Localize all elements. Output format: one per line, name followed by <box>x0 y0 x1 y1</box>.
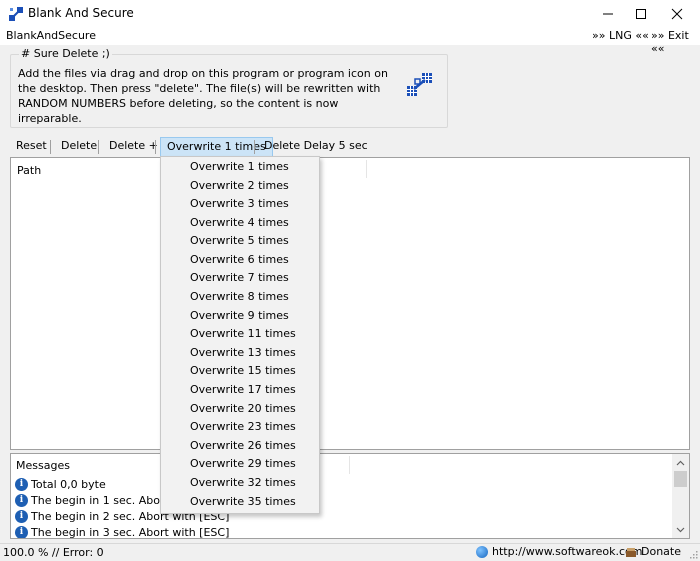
status-text: 100.0 % // Error: 0 <box>3 546 104 559</box>
menu-item-overwrite[interactable]: Overwrite 1 times <box>161 158 319 176</box>
menu-item-overwrite[interactable]: Overwrite 26 times <box>161 437 319 455</box>
chevron-down-icon <box>676 527 685 532</box>
toolbar-separator <box>254 140 255 154</box>
menu-item-overwrite[interactable]: Overwrite 15 times <box>161 362 319 380</box>
exit-menu[interactable]: »» Exit «« <box>651 29 700 55</box>
language-menu[interactable]: »» LNG «« <box>592 29 649 42</box>
info-icon: i <box>15 525 28 538</box>
toolbar-separator <box>50 140 51 154</box>
donate-link-text[interactable]: Donate <box>641 545 681 558</box>
menu-item-overwrite[interactable]: Overwrite 13 times <box>161 344 319 362</box>
maximize-icon <box>636 8 646 19</box>
info-icon: i <box>15 493 28 507</box>
message-text: The begin in 3 sec. Abort with [ESC] <box>31 525 230 539</box>
menu-item-overwrite[interactable]: Overwrite 3 times <box>161 195 319 213</box>
menu-item-overwrite[interactable]: Overwrite 5 times <box>161 232 319 250</box>
scroll-up-button[interactable] <box>672 454 689 471</box>
menu-item-overwrite[interactable]: Overwrite 2 times <box>161 177 319 195</box>
menu-item-overwrite[interactable]: Overwrite 6 times <box>161 251 319 269</box>
menu-item-overwrite[interactable]: Overwrite 32 times <box>161 474 319 492</box>
menu-item-overwrite[interactable]: Overwrite 17 times <box>161 381 319 399</box>
donate-link[interactable]: Donate <box>625 545 681 558</box>
info-icon: i <box>15 477 28 491</box>
menu-item-overwrite[interactable]: Overwrite 4 times <box>161 214 319 232</box>
menu-item-overwrite[interactable]: Overwrite 7 times <box>161 269 319 287</box>
minimize-icon <box>603 13 613 14</box>
overwrite-count-dropdown[interactable]: Overwrite 1 times <box>160 137 273 157</box>
status-bar: 100.0 % // Error: 0 http://www.softwareo… <box>0 543 700 561</box>
website-link-text[interactable]: http://www.softwareok.com <box>492 545 643 558</box>
menu-item-overwrite[interactable]: Overwrite 11 times <box>161 325 319 343</box>
resize-grip-icon[interactable] <box>688 549 698 559</box>
delete-delay-button[interactable]: Delete Delay 5 sec <box>264 137 368 157</box>
sure-delete-group: # Sure Delete ;) Add the files via drag … <box>10 47 448 128</box>
toolbar-separator <box>155 140 156 154</box>
delete-button[interactable]: Delete <box>61 137 97 157</box>
messages-column-header[interactable]: Messages <box>16 459 70 472</box>
list-item[interactable]: i The begin in 3 sec. Abort with [ESC] <box>15 524 230 539</box>
group-description: Add the files via drag and drop on this … <box>18 67 388 125</box>
toolbar: Reset Delete Delete + Overwrite 1 times … <box>10 137 690 157</box>
app-name-label: BlankAndSecure <box>6 29 96 42</box>
info-icon: i <box>15 509 28 523</box>
close-icon <box>671 8 683 19</box>
messages-list[interactable]: Messages i Total 0,0 byte i The begin in… <box>10 453 690 539</box>
app-icon <box>9 7 23 21</box>
overwrite-count-menu: Overwrite 1 times Overwrite 2 times Over… <box>160 156 320 514</box>
menu-item-overwrite[interactable]: Overwrite 9 times <box>161 307 319 325</box>
column-divider[interactable] <box>349 456 350 474</box>
menu-item-overwrite[interactable]: Overwrite 35 times <box>161 493 319 511</box>
globe-icon <box>476 545 488 558</box>
menu-bar: BlankAndSecure »» LNG «« »» Exit «« <box>0 27 700 55</box>
menu-item-overwrite[interactable]: Overwrite 8 times <box>161 288 319 306</box>
delete-plus-button[interactable]: Delete + <box>109 137 158 157</box>
website-link[interactable]: http://www.softwareok.com <box>476 545 643 558</box>
window-title: Blank And Secure <box>28 6 134 20</box>
program-logo-icon <box>407 73 432 96</box>
close-button[interactable] <box>654 0 700 27</box>
donate-icon <box>626 547 636 557</box>
menu-item-overwrite[interactable]: Overwrite 20 times <box>161 400 319 418</box>
title-bar: Blank And Secure <box>0 0 700 27</box>
message-text: Total 0,0 byte <box>31 477 106 491</box>
toolbar-separator <box>98 140 99 154</box>
messages-scrollbar[interactable] <box>672 454 689 538</box>
path-column-header[interactable]: Path <box>17 164 41 177</box>
chevron-up-icon <box>676 460 685 465</box>
menu-item-overwrite[interactable]: Overwrite 23 times <box>161 418 319 436</box>
reset-button[interactable]: Reset <box>16 137 47 157</box>
column-divider[interactable] <box>366 160 367 178</box>
group-legend: # Sure Delete ;) <box>19 47 112 60</box>
scroll-thumb[interactable] <box>674 471 687 487</box>
file-path-list[interactable]: Path <box>10 157 690 450</box>
menu-item-overwrite[interactable]: Overwrite 29 times <box>161 455 319 473</box>
scroll-down-button[interactable] <box>672 521 689 538</box>
